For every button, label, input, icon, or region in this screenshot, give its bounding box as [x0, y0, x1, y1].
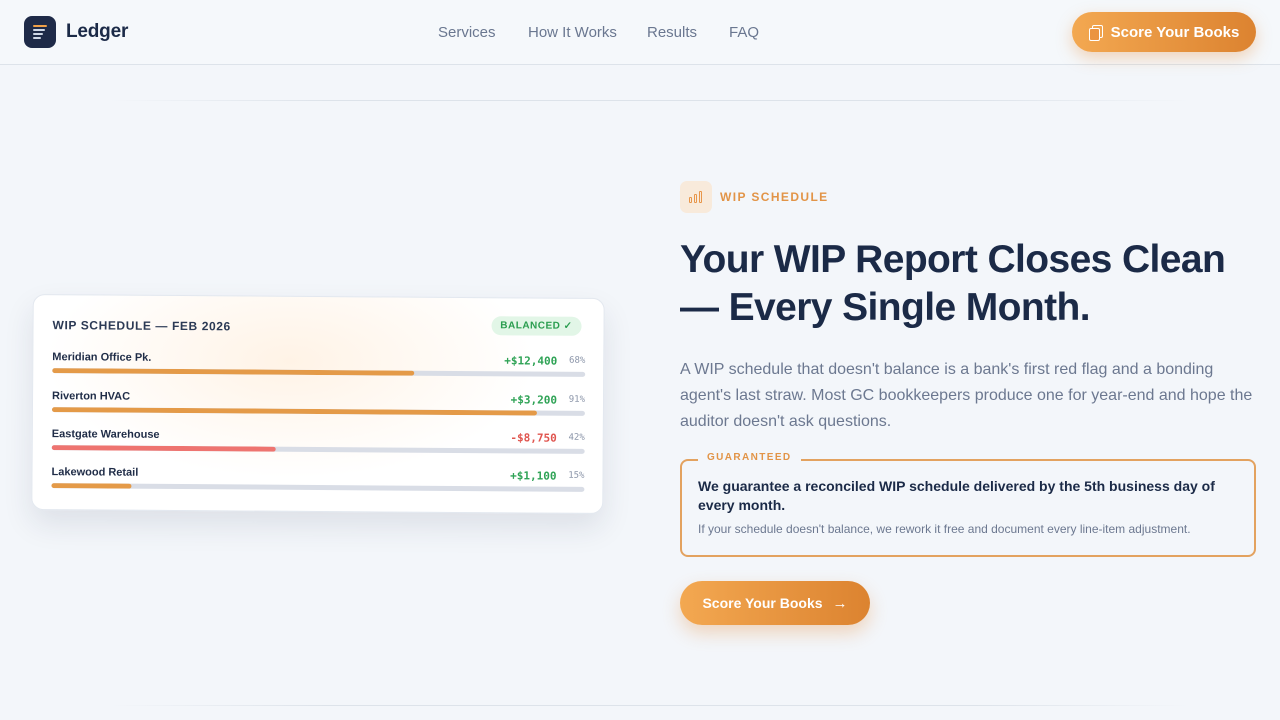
nav-link-faq[interactable]: FAQ: [729, 24, 759, 41]
section-eyebrow: WIP SCHEDULE: [720, 190, 829, 204]
project-percent: 42%: [568, 432, 585, 443]
score-books-button[interactable]: Score Your Books →: [680, 581, 870, 625]
wip-row: Riverton HVAC +$3,200 91%: [51, 390, 585, 416]
guarantee-statement: We guarantee a reconciled WIP schedule d…: [698, 478, 1215, 513]
cta-label: Score Your Books: [702, 595, 823, 611]
nav-link-services[interactable]: Services: [438, 24, 496, 41]
project-amount: -$8,750: [510, 431, 557, 445]
logo-icon[interactable]: [24, 16, 56, 48]
wip-schedule-card: WIP SCHEDULE — FEB 2026 BALANCED ✓ Merid…: [31, 294, 605, 514]
card-title: WIP SCHEDULE — FEB 2026: [52, 318, 231, 334]
hero-headline: Your WIP Report Closes Clean — Every Sin…: [680, 238, 1226, 329]
progress-bar: [51, 407, 585, 416]
site-header: Ledger Services How It Works Results FAQ…: [0, 0, 1280, 65]
brand-name[interactable]: Ledger: [66, 21, 128, 43]
progress-bar: [51, 483, 585, 492]
hero-description: A WIP schedule that doesn't balance is a…: [680, 361, 1253, 430]
progress-fill: [51, 407, 537, 416]
project-name: Lakewood Retail: [51, 466, 139, 479]
project-percent: 68%: [569, 355, 586, 366]
guarantee-box: GUARANTEED We guarantee a reconciled WIP…: [680, 452, 1256, 557]
project-amount: +$3,200: [510, 393, 558, 407]
project-amount: +$12,400: [504, 354, 558, 368]
copy-icon: [1088, 25, 1103, 41]
progress-fill: [51, 445, 276, 452]
progress-bar: [51, 445, 585, 454]
guarantee-detail: If your schedule doesn't balance, we rew…: [698, 522, 1191, 536]
nav-link-how-it-works[interactable]: How It Works: [528, 24, 617, 41]
guarantee-tag: GUARANTEED: [698, 452, 801, 463]
progress-fill: [52, 368, 415, 376]
project-amount: +$1,100: [510, 469, 557, 483]
header-cta-label: Score Your Books: [1110, 23, 1240, 41]
section-divider: [110, 705, 1190, 706]
progress-fill: [51, 483, 132, 489]
project-percent: 91%: [568, 394, 586, 405]
bar-chart-icon: [680, 181, 712, 213]
progress-bar: [52, 368, 586, 377]
project-name: Riverton HVAC: [52, 390, 131, 403]
header-score-books-button[interactable]: Score Your Books: [1072, 12, 1256, 52]
nav-link-results[interactable]: Results: [647, 24, 697, 41]
project-name: Eastgate Warehouse: [51, 428, 160, 441]
balanced-badge: BALANCED ✓: [491, 316, 582, 336]
project-percent: 15%: [568, 470, 585, 481]
wip-row: Lakewood Retail +$1,100 15%: [51, 466, 585, 492]
wip-row: Eastgate Warehouse -$8,750 42%: [51, 428, 585, 454]
section-divider: [110, 100, 1190, 101]
wip-row: Meridian Office Pk. +$12,400 68%: [52, 351, 585, 377]
project-name: Meridian Office Pk.: [52, 351, 152, 364]
arrow-right-icon: →: [832, 594, 848, 612]
